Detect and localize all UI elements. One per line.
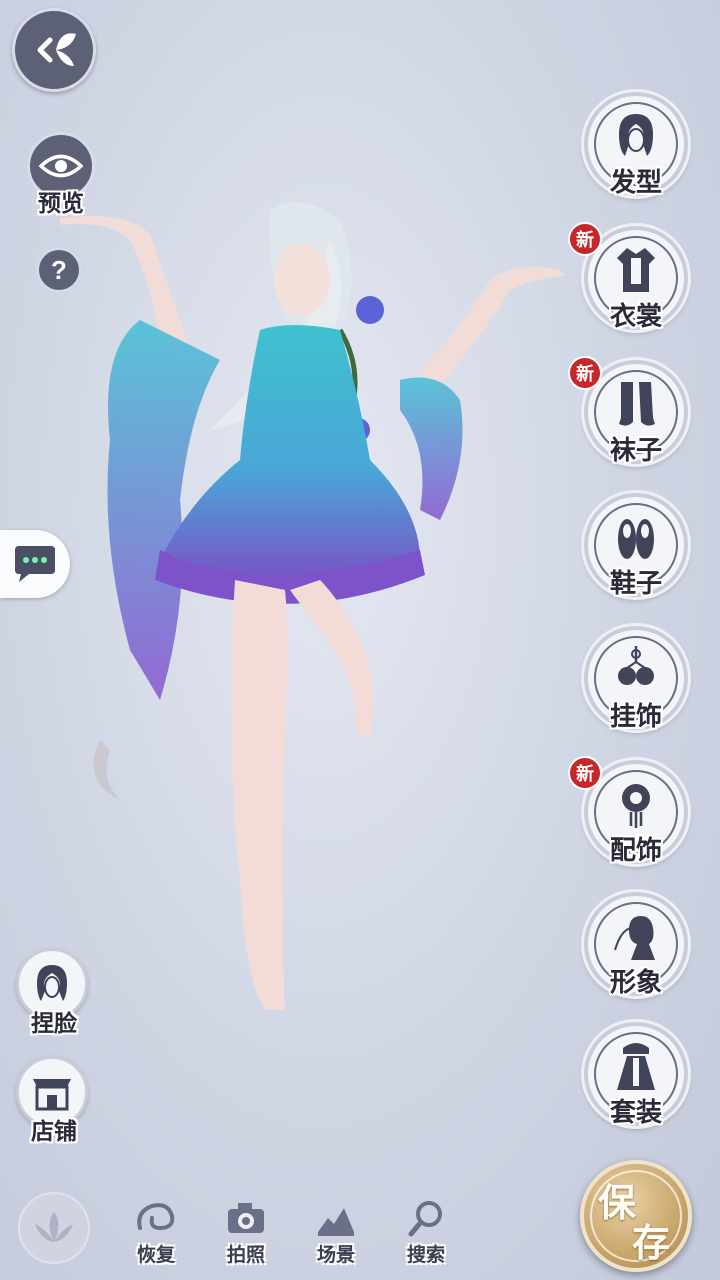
scene-button[interactable]: 场景 [300, 1196, 372, 1266]
clothes-icon [617, 248, 655, 292]
shop-icon [33, 1079, 71, 1111]
character-model[interactable] [40, 180, 580, 1180]
face-edit-button[interactable]: 捏脸 [16, 948, 92, 1044]
category-shoes[interactable]: 鞋子 [584, 493, 688, 603]
shop-button[interactable]: 店铺 [16, 1056, 92, 1152]
save-label-char-2: 存 [632, 1220, 671, 1265]
lotus-menu-button[interactable] [18, 1192, 90, 1264]
search-label: 搜索 [406, 1244, 445, 1266]
eye-icon [39, 154, 83, 178]
category-label: 衣裳 [609, 302, 662, 332]
category-label: 套装 [609, 1098, 662, 1128]
scene-label: 场景 [316, 1244, 355, 1266]
restore-icon [137, 1203, 175, 1231]
socks-icon [619, 382, 655, 426]
category-hairstyle[interactable]: 发型 [584, 92, 688, 202]
chat-button[interactable] [0, 530, 70, 598]
new-badge: 新 [568, 756, 602, 790]
save-button[interactable]: 保 存 [580, 1160, 692, 1272]
accessory-icon [622, 784, 650, 828]
help-button[interactable]: ? [37, 248, 81, 292]
category-label: 配饰 [609, 836, 662, 866]
new-badge: 新 [568, 222, 602, 256]
save-label-char-1: 保 [598, 1180, 637, 1225]
face-edit-label: 捏脸 [31, 1010, 77, 1037]
pendant-icon [618, 646, 654, 685]
back-butterfly-icon [37, 33, 76, 66]
outfit-icon [617, 1043, 655, 1090]
lotus-icon [35, 1212, 73, 1242]
search-button[interactable]: 搜索 [390, 1196, 462, 1266]
chat-bubble-icon [15, 546, 55, 582]
scene-icon [318, 1208, 354, 1236]
category-outfit[interactable]: 套装 [584, 1022, 688, 1132]
image-icon [614, 916, 655, 960]
hairstyle-icon [619, 114, 653, 156]
preview-label: 预览 [38, 190, 84, 217]
category-label: 形象 [609, 968, 662, 998]
restore-button[interactable]: 恢复 [120, 1196, 192, 1266]
category-pendant[interactable]: 挂饰 [584, 626, 688, 736]
preview-button[interactable]: 预览 [22, 130, 100, 220]
photo-label: 拍照 [226, 1244, 265, 1266]
photo-button[interactable]: 拍照 [210, 1196, 282, 1266]
category-image[interactable]: 形象 [584, 892, 688, 1002]
back-button[interactable] [12, 8, 96, 92]
category-label: 挂饰 [609, 702, 662, 732]
category-socks[interactable]: 新 袜子 [568, 356, 688, 470]
category-label: 发型 [609, 168, 662, 198]
category-clothes[interactable]: 新 衣裳 [568, 222, 688, 336]
restore-label: 恢复 [136, 1244, 175, 1266]
search-icon [408, 1201, 442, 1237]
face-icon [37, 965, 67, 1001]
new-badge: 新 [568, 356, 602, 390]
category-label: 袜子 [609, 436, 662, 466]
shoes-icon [618, 519, 654, 559]
shop-label: 店铺 [31, 1118, 77, 1145]
category-accessory[interactable]: 新 配饰 [568, 756, 688, 870]
category-label: 鞋子 [609, 569, 662, 599]
camera-icon [228, 1203, 264, 1233]
